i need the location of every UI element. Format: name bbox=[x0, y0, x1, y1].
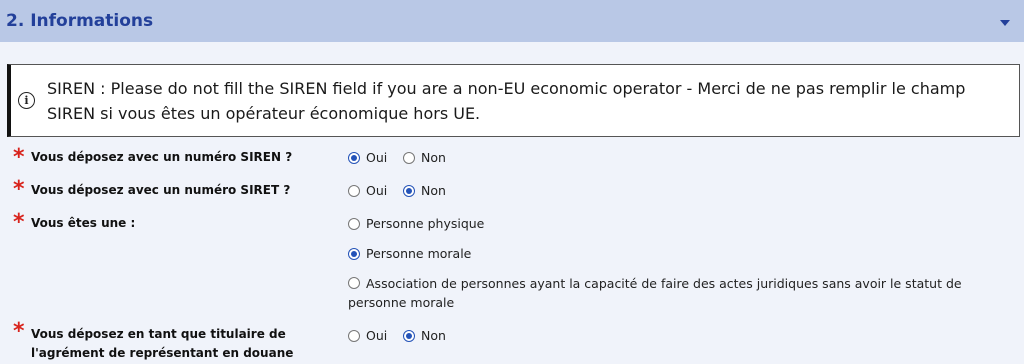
radio-button[interactable] bbox=[348, 277, 360, 289]
radio-button[interactable] bbox=[348, 248, 360, 260]
section-title: 2. Informations bbox=[6, 11, 154, 31]
radio-douane-oui[interactable]: Oui bbox=[348, 326, 387, 345]
radio-label: Personne physique bbox=[366, 216, 485, 231]
radio-personne-physique[interactable]: Personne physique bbox=[348, 214, 484, 233]
question-label: Vous déposez avec un numéro SIRET ? bbox=[31, 183, 291, 197]
radio-button[interactable] bbox=[348, 218, 360, 230]
radio-personne-morale[interactable]: Personne morale bbox=[348, 244, 471, 263]
required-marker: * bbox=[13, 177, 25, 202]
radio-label: Non bbox=[421, 328, 446, 343]
question-label: Vous déposez avec un numéro SIREN ? bbox=[31, 150, 293, 164]
required-marker: * bbox=[13, 145, 25, 170]
radio-label: Oui bbox=[366, 183, 388, 198]
required-marker: * bbox=[13, 319, 25, 344]
siren-notice: i SIREN : Please do not fill the SIREN f… bbox=[7, 64, 1020, 137]
radio-button[interactable] bbox=[403, 185, 415, 197]
notice-text: SIREN : Please do not fill the SIREN fie… bbox=[47, 78, 966, 123]
caret-down-icon[interactable] bbox=[1000, 20, 1010, 26]
radio-label: Oui bbox=[366, 328, 388, 343]
radio-button[interactable] bbox=[403, 330, 415, 342]
radio-siren-oui[interactable]: Oui bbox=[348, 148, 387, 167]
question-label: Vous déposez en tant que titulaire de l'… bbox=[31, 327, 294, 360]
required-marker: * bbox=[13, 210, 25, 235]
question-entity-type: * Vous êtes une : Personne physique Pers… bbox=[0, 211, 1024, 315]
radio-button[interactable] bbox=[348, 330, 360, 342]
radio-label: Personne morale bbox=[366, 246, 472, 261]
radio-siret-non[interactable]: Non bbox=[403, 181, 446, 200]
radio-label: Oui bbox=[366, 150, 388, 165]
question-siret: * Vous déposez avec un numéro SIRET ? Ou… bbox=[0, 178, 1024, 204]
radio-label: Association de personnes ayant la capaci… bbox=[348, 276, 962, 310]
radio-douane-non[interactable]: Non bbox=[403, 326, 446, 345]
radio-siren-non[interactable]: Non bbox=[403, 148, 446, 167]
question-siren: * Vous déposez avec un numéro SIREN ? Ou… bbox=[0, 146, 1024, 172]
radio-label: Non bbox=[421, 150, 446, 165]
radio-siret-oui[interactable]: Oui bbox=[348, 181, 387, 200]
radio-button[interactable] bbox=[348, 185, 360, 197]
question-label: Vous êtes une : bbox=[31, 216, 136, 230]
radio-label: Non bbox=[421, 183, 446, 198]
question-customs-representative: * Vous déposez en tant que titulaire de … bbox=[0, 320, 1024, 364]
radio-association[interactable]: Association de personnes ayant la capaci… bbox=[348, 274, 988, 312]
radio-button[interactable] bbox=[403, 152, 415, 164]
section-header[interactable]: 2. Informations bbox=[0, 0, 1024, 42]
info-circle-icon: i bbox=[18, 92, 35, 109]
radio-button[interactable] bbox=[348, 152, 360, 164]
